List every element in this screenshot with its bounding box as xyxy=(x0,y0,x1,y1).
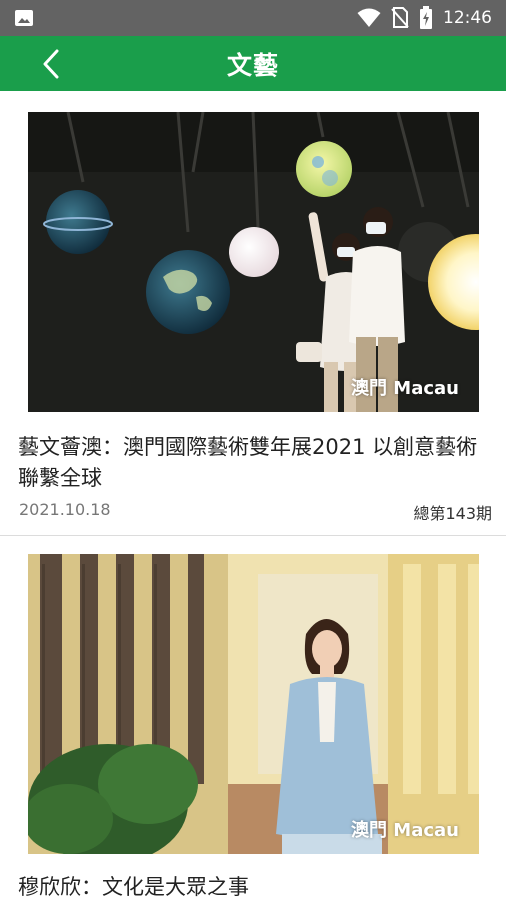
globe-lanterns-photo xyxy=(28,112,479,412)
article-image[interactable]: 澳門 Macau xyxy=(28,554,479,854)
article-image[interactable]: 澳門 Macau xyxy=(28,112,479,412)
article-date: 2021.10.18 xyxy=(19,500,111,519)
article-card[interactable]: 澳門 Macau 藝文薈澳：澳門國際藝術雙年展2021 以創意藝術聯繫全球 20… xyxy=(0,91,506,535)
app-bar: 文藝 xyxy=(0,36,506,91)
status-bar: 12:46 xyxy=(0,0,506,36)
magazine-watermark: 澳門 Macau xyxy=(351,378,459,399)
status-time: 12:46 xyxy=(443,8,492,28)
article-issue: 總第143期 xyxy=(413,504,492,523)
article-card[interactable]: 澳門 Macau 穆欣欣：文化是大眾之事 xyxy=(0,536,506,900)
article-headline[interactable]: 穆欣欣：文化是大眾之事 xyxy=(18,872,494,900)
chevron-left-icon xyxy=(43,49,59,79)
article-headline[interactable]: 藝文薈澳：澳門國際藝術雙年展2021 以創意藝術聯繫全球 xyxy=(18,432,494,494)
portrait-photo xyxy=(28,554,479,854)
image-icon xyxy=(15,10,33,26)
wifi-icon xyxy=(357,8,381,27)
magazine-watermark: 澳門 Macau xyxy=(351,820,459,841)
battery-charging-icon xyxy=(420,6,432,29)
article-feed[interactable]: 澳門 Macau 藝文薈澳：澳門國際藝術雙年展2021 以創意藝術聯繫全球 20… xyxy=(0,91,506,900)
no-sim-icon xyxy=(391,7,409,28)
page-title: 文藝 xyxy=(226,50,279,80)
back-button[interactable] xyxy=(34,47,68,81)
